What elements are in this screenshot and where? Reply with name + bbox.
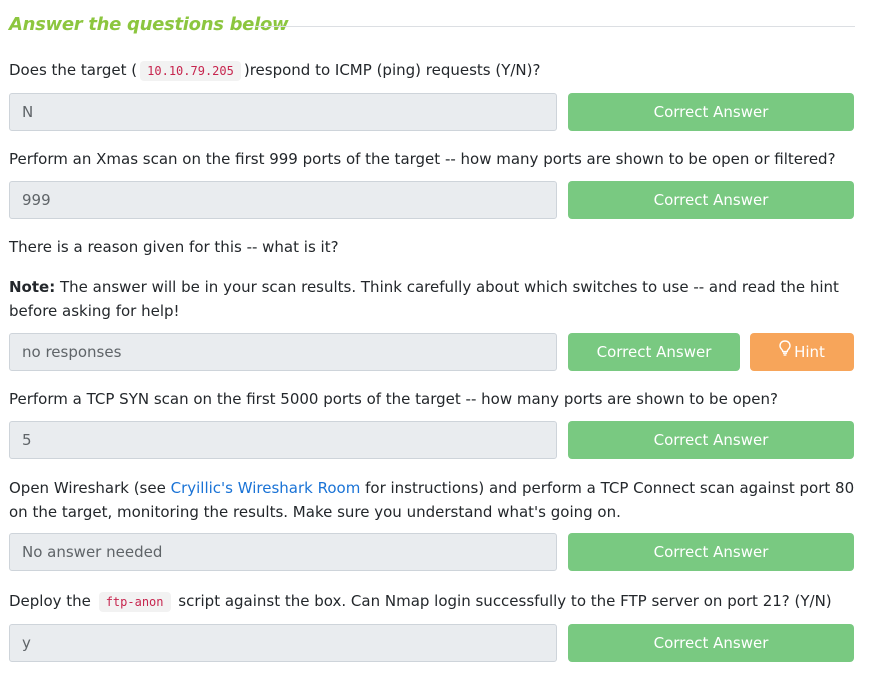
correct-answer-button-3[interactable]: Correct Answer [568,333,740,371]
note-text: The answer will be in your scan results.… [9,278,839,320]
wireshark-room-link[interactable]: Cryillic's Wireshark Room [171,479,361,497]
section-header: Answer the questions below [9,14,855,40]
code-ip: 10.10.79.205 [140,61,241,81]
lightbulb-icon [779,332,791,370]
note-label: Note: [9,278,56,296]
answer-field-5[interactable]: No answer needed [9,533,557,571]
question-3-text: There is a reason given for this -- what… [9,238,339,256]
section-divider [256,26,855,27]
answer-field-3[interactable]: no responses [9,333,557,371]
hint-button[interactable]: Hint [750,333,854,371]
question-6-text: Deploy the ftp-anon script against the b… [9,589,832,614]
correct-answer-button-5[interactable]: Correct Answer [568,533,854,571]
answer-field-2[interactable]: 999 [9,181,557,219]
question-text: Deploy the [9,592,91,610]
question-text: )respond to ICMP (ping) requests (Y/N)? [243,61,541,79]
correct-answer-button-4[interactable]: Correct Answer [568,421,854,459]
section-title: Answer the questions below [9,14,289,35]
question-text: Open Wireshark (see [9,479,171,497]
question-2-text: Perform an Xmas scan on the first 999 po… [9,150,836,168]
question-1-text: Does the target (10.10.79.205)respond to… [9,58,540,83]
answer-field-6[interactable]: y [9,624,557,662]
correct-answer-button-2[interactable]: Correct Answer [568,181,854,219]
answer-field-1[interactable]: N [9,93,557,131]
questions-panel: Answer the questions below Does the targ… [0,0,869,677]
question-text: Does the target ( [9,61,138,79]
code-script-name: ftp-anon [98,592,171,612]
question-4-text: Perform a TCP SYN scan on the first 5000… [9,390,778,408]
answer-field-4[interactable]: 5 [9,421,557,459]
correct-answer-button-1[interactable]: Correct Answer [568,93,854,131]
correct-answer-button-6[interactable]: Correct Answer [568,624,854,662]
question-5-text: Open Wireshark (see Cryillic's Wireshark… [9,476,855,524]
question-text: script against the box. Can Nmap login s… [178,592,832,610]
hint-label: Hint [794,343,825,361]
question-3-note: Note: The answer will be in your scan re… [9,275,855,323]
